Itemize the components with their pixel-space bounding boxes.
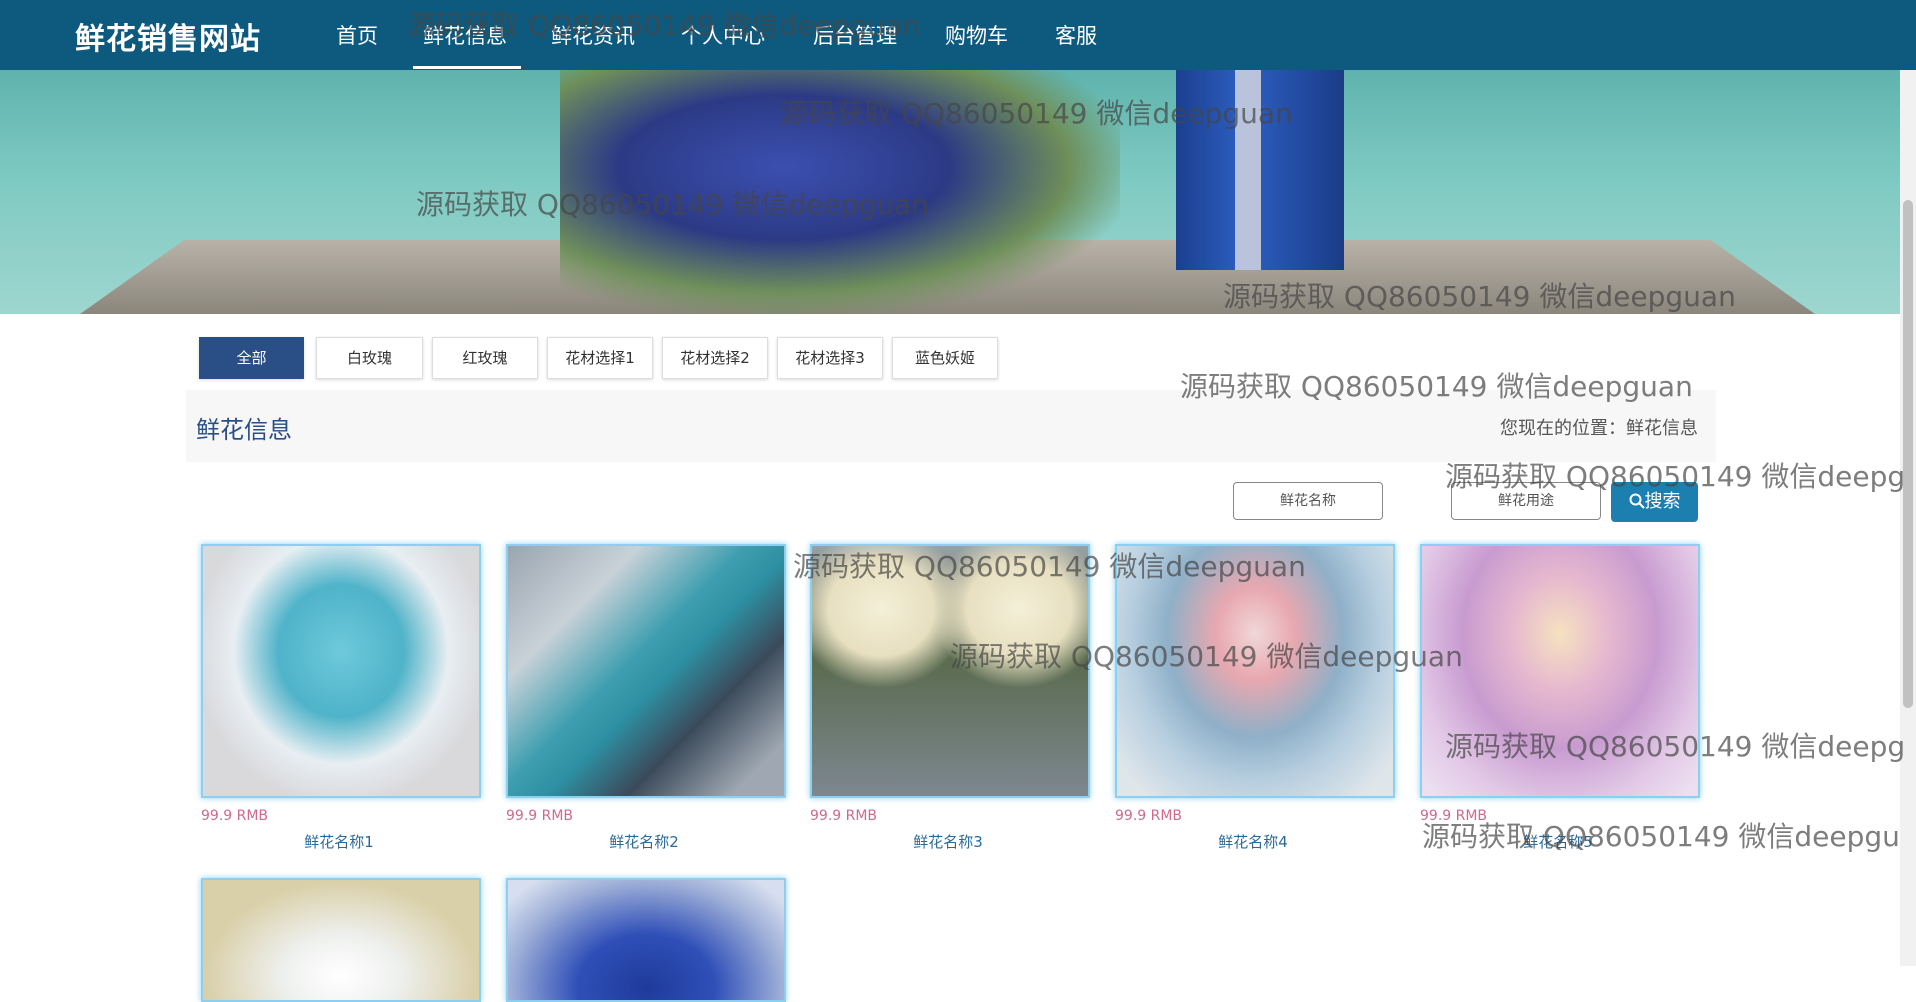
product-image[interactable] <box>1420 544 1700 798</box>
nav-cart[interactable]: 购物车 <box>945 20 1008 50</box>
search-button[interactable]: 搜索 <box>1611 482 1698 522</box>
nav-personal-center[interactable]: 个人中心 <box>681 20 765 50</box>
category-white-rose[interactable]: 白玫瑰 <box>316 337 423 379</box>
category-red-rose[interactable]: 红玫瑰 <box>432 337 538 379</box>
category-material-3[interactable]: 花材选择3 <box>777 337 883 379</box>
product-price: 99.9 RMB <box>1420 808 1488 824</box>
category-all[interactable]: 全部 <box>199 337 304 379</box>
category-material-2[interactable]: 花材选择2 <box>662 337 768 379</box>
page-title: 鲜花信息 <box>196 416 292 444</box>
flower-name-search-input[interactable]: 鲜花名称 <box>1233 482 1383 520</box>
product-price: 99.9 RMB <box>506 808 574 824</box>
hero-banner <box>0 70 1900 314</box>
product-image[interactable] <box>810 544 1090 798</box>
nav-active-indicator <box>413 66 521 69</box>
product-image[interactable] <box>1115 544 1395 798</box>
product-image[interactable] <box>201 544 481 798</box>
banner-blue-roses-image <box>560 70 1120 314</box>
breadcrumb-bar: 鲜花信息 您现在的位置：鲜花信息 <box>186 390 1716 462</box>
nav-flower-info[interactable]: 鲜花信息 <box>423 20 507 50</box>
nav-customer-service[interactable]: 客服 <box>1055 20 1097 50</box>
nav-admin[interactable]: 后台管理 <box>813 20 897 50</box>
product-name[interactable]: 鲜花名称1 <box>201 831 477 852</box>
search-icon <box>1629 493 1645 509</box>
flower-use-search-input[interactable]: 鲜花用途 <box>1451 482 1601 520</box>
product-name[interactable]: 鲜花名称4 <box>1115 831 1391 852</box>
category-material-1[interactable]: 花材选择1 <box>547 337 653 379</box>
product-price: 99.9 RMB <box>1115 808 1183 824</box>
search-button-label: 搜索 <box>1644 491 1681 512</box>
product-image[interactable] <box>201 878 481 1002</box>
product-name[interactable]: 鲜花名称2 <box>506 831 782 852</box>
product-name[interactable]: 鲜花名称5 <box>1420 831 1696 852</box>
product-name[interactable]: 鲜花名称3 <box>810 831 1086 852</box>
nav-home[interactable]: 首页 <box>336 20 378 50</box>
product-price: 99.9 RMB <box>810 808 878 824</box>
category-blue-enchantress[interactable]: 蓝色妖姬 <box>892 337 998 379</box>
banner-ribbon <box>1235 70 1261 270</box>
breadcrumb: 您现在的位置：鲜花信息 <box>1500 418 1698 439</box>
top-navbar: 鲜花销售网站 首页 鲜花信息 鲜花资讯 个人中心 后台管理 购物车 客服 <box>0 0 1916 70</box>
site-title[interactable]: 鲜花销售网站 <box>75 14 261 58</box>
product-image[interactable] <box>506 544 786 798</box>
product-price: 99.9 RMB <box>201 808 269 824</box>
product-image[interactable] <box>506 878 786 1002</box>
scrollbar-thumb[interactable] <box>1903 200 1913 708</box>
nav-flower-news[interactable]: 鲜花资讯 <box>551 20 635 50</box>
